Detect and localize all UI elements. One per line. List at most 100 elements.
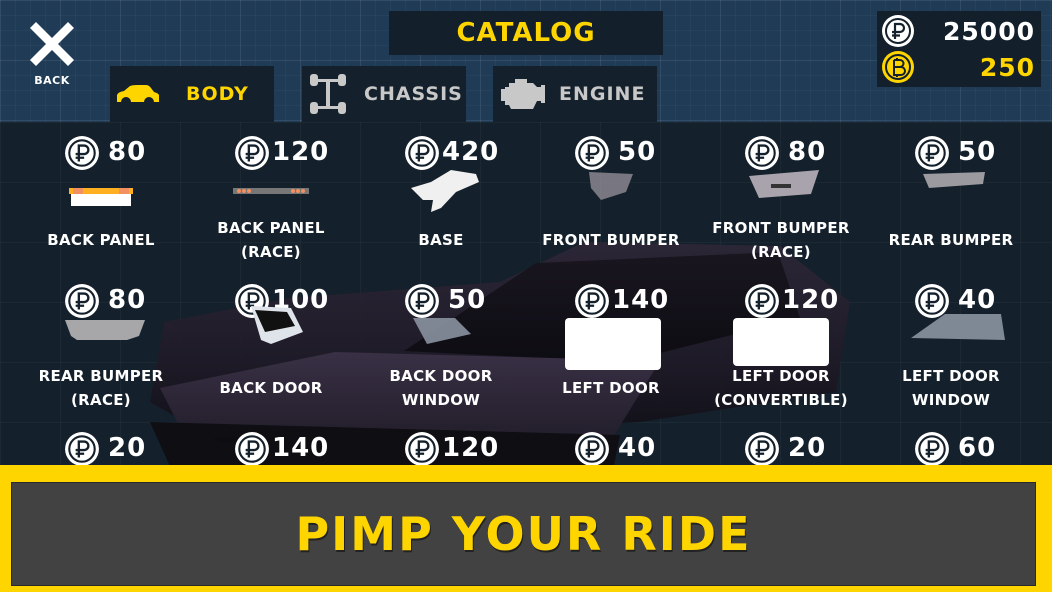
base-part-icon: [411, 170, 479, 212]
catalog-item[interactable]: 120 BACK PANEL (RACE): [186, 122, 356, 270]
catalog-item[interactable]: 50 FRONT BUMPER: [526, 122, 696, 270]
item-price: 80: [696, 135, 866, 171]
tab-engine[interactable]: ENGINE: [493, 66, 657, 122]
item-price: 140: [186, 431, 356, 467]
catalog-item[interactable]: 120: [356, 418, 526, 467]
item-price-value: 420: [442, 137, 500, 167]
item-name-line-1: BACK PANEL: [217, 219, 325, 237]
chassis-icon: [310, 74, 346, 114]
item-price-value: 80: [108, 137, 147, 167]
item-name: REAR BUMPER: [866, 228, 1036, 252]
ruble-amount: 25000: [943, 16, 1035, 46]
pimp-your-ride-button[interactable]: PIMP YOUR RIDE: [11, 482, 1036, 586]
item-name-line-1: BASE: [418, 231, 464, 249]
catalog-item[interactable]: 80 FRONT BUMPER (RACE): [696, 122, 866, 270]
page-title-box: CATALOG: [389, 11, 663, 55]
item-name: LEFT DOOR: [526, 376, 696, 400]
ruble-coin-icon: [65, 284, 99, 318]
tab-chassis[interactable]: CHASSIS: [302, 66, 466, 122]
tab-body-label: BODY: [186, 83, 249, 105]
rear-bumper-part-icon: [923, 172, 985, 188]
pimp-your-ride-label: PIMP YOUR RIDE: [295, 507, 752, 561]
cta-frame: PIMP YOUR RIDE: [0, 465, 1052, 592]
item-price-value: 40: [958, 285, 997, 315]
catalog-item[interactable]: 420 BASE: [356, 122, 526, 270]
back-button[interactable]: BACK: [22, 16, 82, 90]
item-name-line-1: LEFT DOOR: [732, 367, 830, 385]
catalog-item[interactable]: 80 BACK PANEL: [16, 122, 186, 270]
item-price-value: 80: [108, 285, 147, 315]
ruble-coin-icon: [235, 136, 269, 170]
parts-grid: 80 BACK PANEL 120 BACK PANEL (RACE) 420 BASE 50…: [0, 122, 1052, 467]
ruble-coin-icon: [65, 136, 99, 170]
item-name-line-1: BACK DOOR: [389, 367, 493, 385]
item-price: 120: [696, 283, 866, 319]
item-price-value: 40: [618, 433, 657, 463]
catalog-item[interactable]: 140 LEFT DOOR: [526, 270, 696, 418]
ruble-coin-icon: [405, 136, 439, 170]
item-name: REAR BUMPER (RACE): [16, 364, 186, 412]
item-name-line-1: LEFT DOOR: [902, 367, 1000, 385]
item-price: 50: [356, 283, 526, 319]
item-price: 80: [16, 135, 186, 171]
item-price-value: 20: [108, 433, 147, 463]
part-thumbnail: [231, 306, 311, 370]
item-name: BACK PANEL (RACE): [186, 216, 356, 264]
ruble-coin-icon: [915, 284, 949, 318]
ruble-coin-icon: [405, 432, 439, 466]
catalog-item[interactable]: 20: [696, 418, 866, 467]
part-thumbnail: [911, 172, 991, 222]
ruble-coin-icon: [235, 432, 269, 466]
catalog-item[interactable]: 140: [186, 418, 356, 467]
catalog-item[interactable]: 100 BACK DOOR: [186, 270, 356, 418]
catalog-item[interactable]: 50 BACK DOOR WINDOW: [356, 270, 526, 418]
part-thumbnail: [571, 172, 651, 222]
item-price: 80: [16, 283, 186, 319]
catalog-item[interactable]: 40: [526, 418, 696, 467]
back-door-part-icon: [251, 306, 303, 344]
item-price: 20: [16, 431, 186, 467]
tab-chassis-label: CHASSIS: [364, 83, 463, 105]
back-label: BACK: [34, 74, 70, 87]
item-price-value: 120: [442, 433, 500, 463]
bitcoin-balance: 250: [877, 49, 1041, 85]
item-name: FRONT BUMPER (RACE): [696, 216, 866, 264]
catalog-item[interactable]: 40 LEFT DOOR WINDOW: [866, 270, 1036, 418]
catalog-item[interactable]: 80 REAR BUMPER (RACE): [16, 270, 186, 418]
item-price: 60: [866, 431, 1036, 467]
part-thumbnail: [565, 318, 661, 370]
close-icon: [30, 22, 74, 66]
item-price: 140: [526, 283, 696, 319]
item-name: BACK DOOR WINDOW: [356, 364, 526, 412]
item-name-line-1: LEFT DOOR: [562, 379, 660, 397]
ruble-coin-icon: [745, 432, 779, 466]
left-door-part-icon: [565, 318, 661, 370]
catalog-item[interactable]: 20: [16, 418, 186, 467]
item-name-line-1: FRONT BUMPER: [712, 219, 850, 237]
tab-body[interactable]: BODY: [110, 66, 274, 122]
item-price-value: 120: [782, 285, 840, 315]
item-name-line-1: REAR BUMPER: [888, 231, 1014, 249]
item-price: 120: [356, 431, 526, 467]
ruble-coin-icon: [575, 136, 609, 170]
item-price-value: 120: [272, 137, 330, 167]
item-name-line-2: WINDOW: [911, 391, 991, 409]
item-price-value: 140: [272, 433, 330, 463]
catalog-item[interactable]: 120 LEFT DOOR (CONVERTIBLE): [696, 270, 866, 418]
page-title: CATALOG: [456, 18, 596, 48]
catalog-item[interactable]: 60: [866, 418, 1036, 467]
bitcoin-amount: 250: [979, 52, 1035, 82]
wallet-panel: 25000 250: [877, 11, 1041, 87]
item-price: 50: [526, 135, 696, 171]
catalog-item[interactable]: 50 REAR BUMPER: [866, 122, 1036, 270]
car-icon: [117, 85, 159, 102]
item-price: 20: [696, 431, 866, 467]
ruble-coin-icon: [745, 136, 779, 170]
ruble-balance: 25000: [877, 13, 1041, 49]
item-name-line-1: BACK DOOR: [219, 379, 323, 397]
item-name-line-2: (RACE): [241, 243, 301, 261]
item-price-value: 140: [612, 285, 670, 315]
item-name-line-2: (RACE): [751, 243, 811, 261]
ruble-coin-icon: [575, 432, 609, 466]
item-price: 420: [356, 135, 526, 171]
